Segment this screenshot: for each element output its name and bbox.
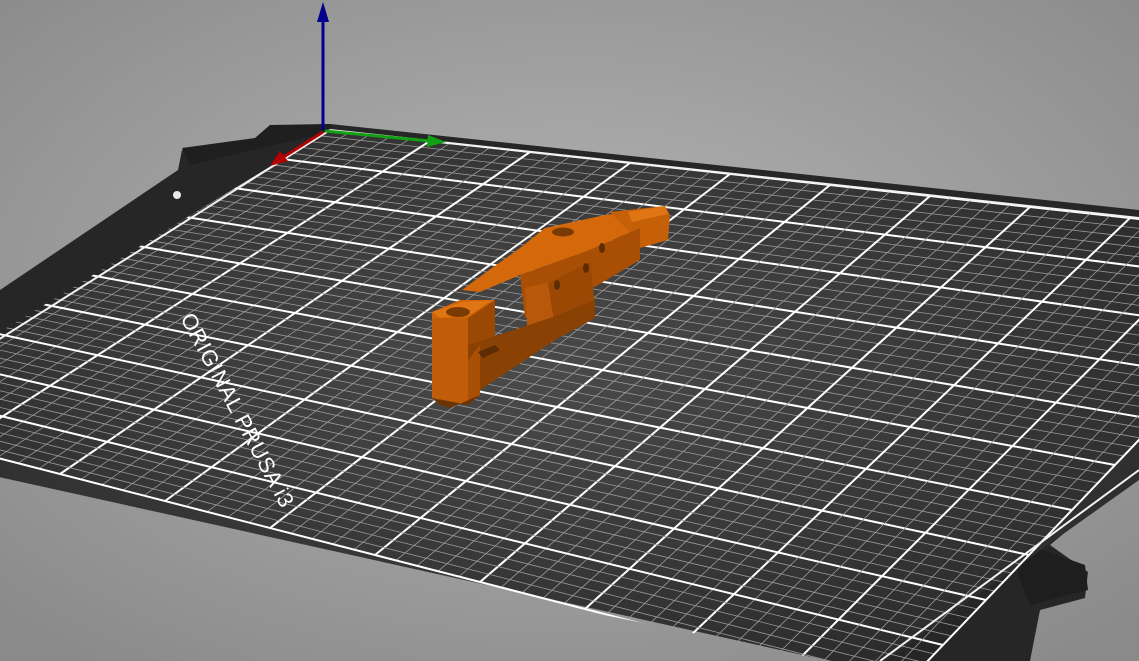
side-hole <box>583 263 589 273</box>
mounting-hole <box>552 227 574 237</box>
bed-mounting-hole <box>173 191 181 199</box>
side-hole <box>554 280 560 290</box>
scene-canvas[interactable]: ORIGINAL PRUSA i3 <box>0 0 1139 661</box>
side-hole <box>599 243 605 253</box>
mounting-hole <box>446 307 470 317</box>
3d-viewport[interactable]: ORIGINAL PRUSA i3 <box>0 0 1139 661</box>
